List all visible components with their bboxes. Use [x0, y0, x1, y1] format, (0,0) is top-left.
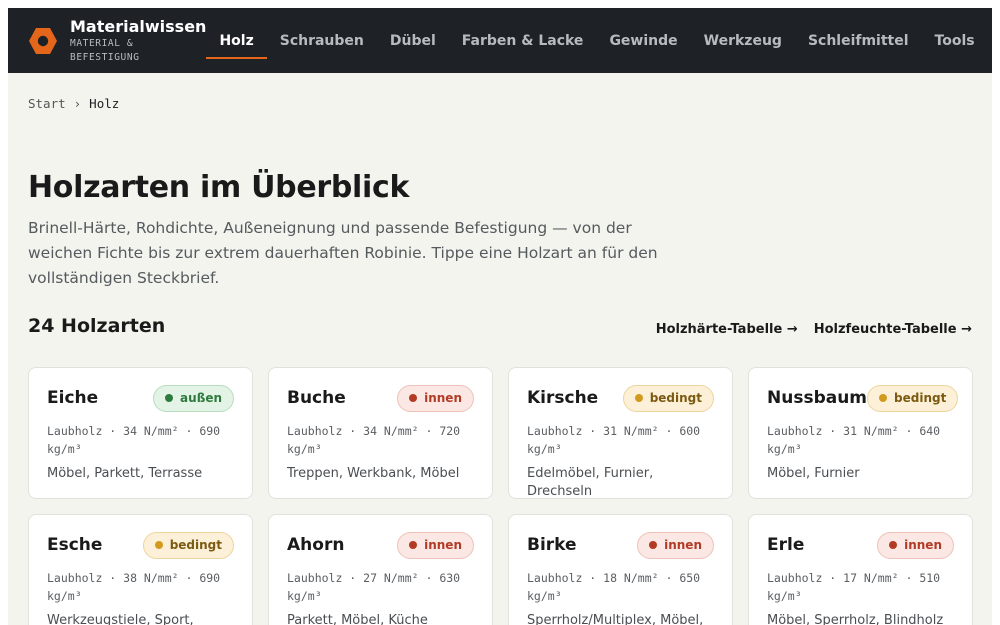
status-dot-icon [409, 394, 418, 402]
result-count: 24 Holzarten [28, 315, 166, 337]
card-title: Eiche [47, 388, 99, 408]
status-dot-icon [889, 541, 898, 549]
status-badge: bedingt [622, 384, 714, 412]
card-uses: Möbel, Parkett, Terrasse [47, 466, 203, 481]
badge-label: bedingt [169, 538, 222, 552]
brand-name: Materialwissen [70, 16, 207, 36]
wood-card-erle[interactable]: Erle innen Laubholz · 17 N/mm² · 510 kg/… [748, 514, 973, 625]
wood-card-eiche[interactable]: Eiche außen Laubholz · 34 N/mm² · 690 kg… [28, 367, 253, 499]
status-badge: außen [153, 384, 234, 412]
breadcrumb-current: Holz [89, 96, 120, 111]
card-uses: Werkzeugstiele, Sport, Möbel [47, 613, 194, 625]
card-title: Kirsche [527, 388, 599, 408]
card-uses: Parkett, Möbel, Küche [287, 613, 428, 625]
status-badge: innen [397, 531, 474, 559]
card-spec: Laubholz · 38 N/mm² · 690 kg/m³ [47, 571, 221, 603]
nav-item-schleifmittel[interactable]: Schleifmittel [795, 8, 922, 73]
brand-subtitle: MATERIAL & BEFESTIGUNG [70, 37, 140, 63]
breadcrumb: Start › Holz [28, 96, 119, 111]
card-title: Nussbaum [767, 388, 868, 408]
nav-item-tools[interactable]: Tools [922, 8, 988, 73]
status-dot-icon [165, 394, 174, 402]
status-badge: innen [637, 531, 714, 559]
brand[interactable]: Materialwissen MATERIAL & BEFESTIGUNG [28, 17, 206, 65]
status-badge: bedingt [867, 384, 959, 412]
nav-item-holz[interactable]: Holz [206, 8, 268, 73]
table-links: Holzhärte-Tabelle → Holzfeuchte-Tabelle … [656, 322, 972, 337]
wood-card-esche[interactable]: Esche bedingt Laubholz · 38 N/mm² · 690 … [28, 514, 253, 625]
card-spec: Laubholz · 17 N/mm² · 510 kg/m³ [767, 571, 941, 603]
card-header: Nussbaum bedingt [767, 384, 959, 412]
card-uses: Edelmöbel, Furnier, Drechseln [527, 466, 654, 499]
wood-card-birke[interactable]: Birke innen Laubholz · 18 N/mm² · 650 kg… [508, 514, 733, 625]
card-uses: Möbel, Furnier [767, 466, 860, 481]
badge-label: innen [424, 538, 462, 552]
wood-card-kirsche[interactable]: Kirsche bedingt Laubholz · 31 N/mm² · 60… [508, 367, 733, 499]
card-header: Kirsche bedingt [527, 384, 714, 412]
nav-item-gewinde[interactable]: Gewinde [596, 8, 690, 73]
badge-label: bedingt [894, 391, 947, 405]
hex-nut-icon [28, 26, 58, 56]
badge-label: innen [664, 538, 702, 552]
status-dot-icon [154, 541, 163, 549]
main-nav: Holz Schrauben Dübel Farben & Lacke Gewi… [206, 8, 987, 73]
card-uses: Sperrholz/Multiplex, Möbel, [527, 613, 704, 625]
card-title: Buche [287, 388, 346, 408]
card-spec: Laubholz · 34 N/mm² · 720 kg/m³ [287, 424, 461, 456]
link-holzfeuchte-tabelle[interactable]: Holzfeuchte-Tabelle → [814, 322, 972, 337]
nav-item-werkzeug[interactable]: Werkzeug [691, 8, 795, 73]
wood-card-nussbaum[interactable]: Nussbaum bedingt Laubholz · 31 N/mm² · 6… [748, 367, 973, 499]
card-title: Birke [527, 535, 577, 555]
card-header: Erle innen [767, 531, 954, 559]
card-spec: Laubholz · 27 N/mm² · 630 kg/m³ [287, 571, 461, 603]
card-header: Eiche außen [47, 384, 234, 412]
status-badge: innen [877, 531, 954, 559]
nav-item-duebel[interactable]: Dübel [377, 8, 449, 73]
brand-text: Materialwissen MATERIAL & BEFESTIGUNG [70, 17, 206, 65]
page-title: Holzarten im Überblick [28, 170, 410, 205]
card-title: Esche [47, 535, 103, 555]
breadcrumb-separator: › [73, 96, 82, 111]
card-title: Erle [767, 535, 805, 555]
card-uses: Möbel, Sperrholz, Blindholz [767, 613, 944, 625]
status-dot-icon [634, 394, 643, 402]
status-dot-icon [649, 541, 658, 549]
top-bar: Materialwissen MATERIAL & BEFESTIGUNG Ho… [8, 8, 992, 73]
badge-label: bedingt [649, 391, 702, 405]
wood-card-grid: Eiche außen Laubholz · 34 N/mm² · 690 kg… [28, 367, 973, 625]
nav-item-schrauben[interactable]: Schrauben [267, 8, 377, 73]
badge-label: innen [904, 538, 942, 552]
card-header: Birke innen [527, 531, 714, 559]
link-holzhaerte-tabelle[interactable]: Holzhärte-Tabelle → [656, 322, 798, 337]
wood-card-ahorn[interactable]: Ahorn innen Laubholz · 27 N/mm² · 630 kg… [268, 514, 493, 625]
status-dot-icon [879, 394, 888, 402]
card-spec: Laubholz · 31 N/mm² · 600 kg/m³ [527, 424, 701, 456]
nav-item-farben-lacke[interactable]: Farben & Lacke [449, 8, 597, 73]
card-uses: Treppen, Werkbank, Möbel [287, 466, 460, 481]
card-header: Esche bedingt [47, 531, 234, 559]
page-description: Brinell-Härte, Rohdichte, Außeneignung u… [28, 219, 658, 287]
card-spec: Laubholz · 18 N/mm² · 650 kg/m³ [527, 571, 701, 603]
status-badge: bedingt [142, 531, 234, 559]
badge-label: außen [180, 391, 222, 405]
card-spec: Laubholz · 31 N/mm² · 640 kg/m³ [767, 424, 941, 456]
card-title: Ahorn [287, 535, 345, 555]
card-spec: Laubholz · 34 N/mm² · 690 kg/m³ [47, 424, 221, 456]
card-header: Buche innen [287, 384, 474, 412]
wood-card-buche[interactable]: Buche innen Laubholz · 34 N/mm² · 720 kg… [268, 367, 493, 499]
badge-label: innen [424, 391, 462, 405]
app-frame: Materialwissen MATERIAL & BEFESTIGUNG Ho… [8, 8, 992, 625]
status-dot-icon [409, 541, 418, 549]
breadcrumb-start[interactable]: Start [28, 96, 66, 111]
card-header: Ahorn innen [287, 531, 474, 559]
status-badge: innen [397, 384, 474, 412]
